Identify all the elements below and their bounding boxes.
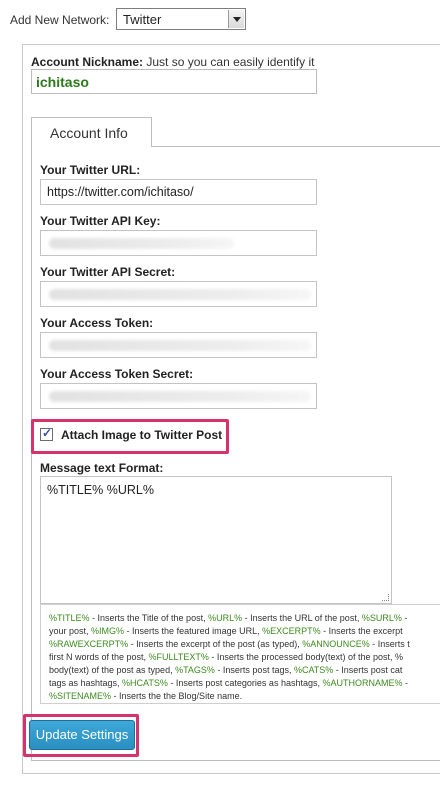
format-token: %SURL% xyxy=(361,613,402,623)
format-description: - xyxy=(402,678,408,688)
format-help-line: %RAWEXCERPT% - Inserts the excerpt of th… xyxy=(49,639,410,649)
nickname-label-hint: Just so you can easily identify it xyxy=(143,55,315,69)
format-token: %SITENAME% xyxy=(49,691,112,701)
format-help-line: first N words of the post, %FULLTEXT% - … xyxy=(49,652,403,662)
format-description: - Inserts the featured image URL, xyxy=(124,626,263,636)
format-description: tags as hashtags, xyxy=(49,678,123,688)
access-token-label: Your Access Token: xyxy=(40,316,154,330)
access-token-input[interactable] xyxy=(40,332,317,358)
format-description: first N words of the post, xyxy=(49,652,149,662)
format-description: - Inserts the excerpt xyxy=(320,626,403,636)
tab-account-info-label: Account Info xyxy=(50,125,128,141)
update-settings-button[interactable]: Update Settings xyxy=(29,720,135,750)
network-select[interactable]: Twitter xyxy=(116,8,246,30)
message-format-value: %TITLE% %URL% xyxy=(47,483,154,497)
nickname-input[interactable]: ichitaso xyxy=(31,69,317,94)
checkmark-icon: ✓ xyxy=(42,426,53,440)
api-key-label: Your Twitter API Key: xyxy=(40,214,161,228)
redacted-value xyxy=(49,391,311,402)
format-description: - Inserts the Title of the post, xyxy=(89,613,209,623)
format-description: - Inserts post cat xyxy=(333,665,403,675)
format-token: %TITLE% xyxy=(49,613,90,623)
format-token: %CATS% xyxy=(293,665,334,675)
network-label: Add New Network: xyxy=(10,13,110,27)
redacted-value xyxy=(49,238,234,249)
format-description: body(text) of the post as typed, xyxy=(49,665,176,675)
access-token-secret-input[interactable] xyxy=(40,383,317,409)
format-description: - Inserts the excerpt of the post (as ty… xyxy=(128,639,303,649)
format-token: %AUTHORNAME% xyxy=(322,678,403,688)
format-help-line: %SITENAME% - Inserts the the Blog/Site n… xyxy=(49,691,242,701)
tab-account-info[interactable]: Account Info xyxy=(31,117,152,147)
format-token: %ANNOUNCE% xyxy=(302,639,370,649)
format-token: %FULLTEXT% xyxy=(148,652,209,662)
twitter-url-value: https://twitter.com/ichitaso/ xyxy=(47,185,194,199)
format-help-line: %TITLE% - Inserts the Title of the post,… xyxy=(49,613,407,623)
redacted-value xyxy=(49,340,311,351)
format-help-box: %TITLE% - Inserts the Title of the post,… xyxy=(40,604,440,704)
nickname-value: ichitaso xyxy=(36,74,89,90)
nickname-label-bold: Account Nickname: xyxy=(31,55,144,69)
twitter-url-label: Your Twitter URL: xyxy=(40,163,141,177)
format-description: - Inserts the processed body(text) of th… xyxy=(208,652,395,662)
format-help-line: body(text) of the post as typed, %TAGS% … xyxy=(49,665,402,675)
api-secret-input[interactable] xyxy=(40,281,317,307)
format-description: % xyxy=(395,652,404,662)
message-format-label: Message text Format: xyxy=(40,461,164,475)
access-token-secret-label: Your Access Token Secret: xyxy=(40,367,194,381)
nickname-label: Account Nickname: Just so you can easily… xyxy=(31,55,314,69)
api-secret-label: Your Twitter API Secret: xyxy=(40,265,176,279)
format-token: %TAGS% xyxy=(175,665,215,675)
format-help-line: your post, %IMG% - Inserts the featured … xyxy=(49,626,403,636)
format-help-line: tags as hashtags, %HCATS% - Inserts post… xyxy=(49,678,408,688)
format-token: %HCATS% xyxy=(122,678,168,688)
redacted-value xyxy=(49,289,311,300)
resize-grip-icon[interactable] xyxy=(382,594,389,601)
format-description: - Inserts post categories as hashtags, xyxy=(167,678,323,688)
format-token: %RAWEXCERPT% xyxy=(49,639,129,649)
format-description: - Inserts the URL of the post, xyxy=(242,613,362,623)
format-token: %IMG% xyxy=(91,626,125,636)
attach-image-label[interactable]: Attach Image to Twitter Post xyxy=(61,428,222,442)
format-description: - Inserts the the Blog/Site name. xyxy=(111,691,243,701)
attach-image-checkbox[interactable]: ✓ xyxy=(40,426,53,441)
format-token: %URL% xyxy=(208,613,243,623)
format-token: %EXCERPT% xyxy=(262,626,321,636)
api-key-input[interactable] xyxy=(40,230,317,256)
format-description: - xyxy=(401,613,408,623)
twitter-url-input[interactable]: https://twitter.com/ichitaso/ xyxy=(40,179,317,205)
chevron-down-icon[interactable] xyxy=(228,10,244,28)
format-description: - Inserts t xyxy=(369,639,410,649)
format-description: - Inserts post tags, xyxy=(214,665,294,675)
message-format-textarea[interactable]: %TITLE% %URL% xyxy=(40,476,392,604)
network-select-value: Twitter xyxy=(123,12,162,27)
format-description: your post, xyxy=(49,626,92,636)
